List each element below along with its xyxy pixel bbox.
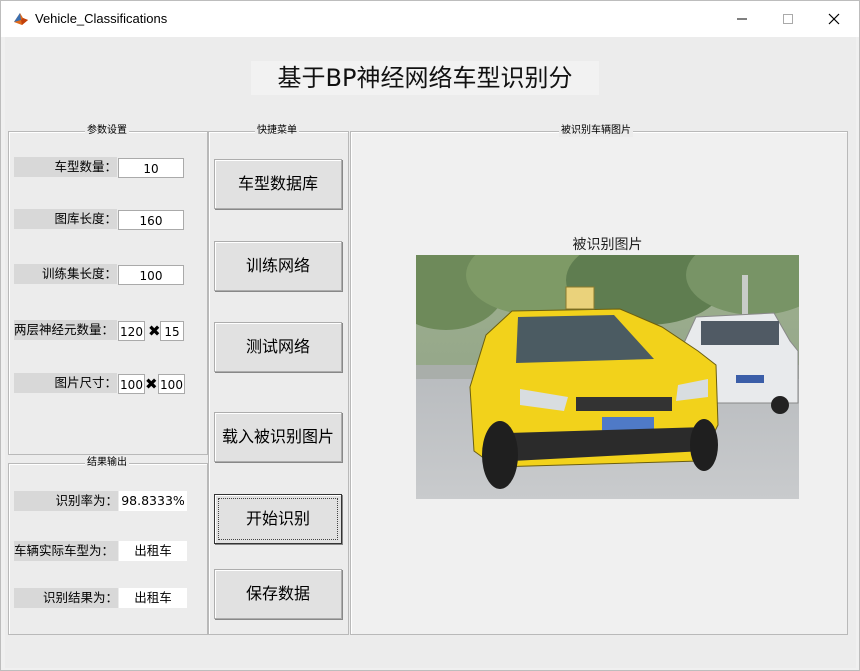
minimize-icon — [737, 18, 747, 20]
params-panel-title: 参数设置 — [85, 125, 129, 137]
results-panel-title: 结果输出 — [85, 457, 129, 469]
accuracy-label: 识别率为： — [14, 491, 118, 511]
training-length-label: 训练集长度： — [14, 264, 117, 284]
test-network-button[interactable]: 测试网络 — [214, 322, 342, 372]
image-width-input[interactable]: 100 — [118, 374, 145, 394]
minimize-button[interactable] — [719, 1, 765, 37]
title-bar: Vehicle_Classifications — [1, 1, 859, 37]
maximize-button[interactable] — [765, 1, 811, 37]
car-types-input[interactable]: 10 — [118, 158, 184, 178]
result-label: 识别结果为： — [14, 588, 118, 608]
page-title: 基于BP神经网络车型识别分 — [251, 61, 599, 95]
accuracy-value: 98.8333% — [119, 491, 187, 511]
image-height-input[interactable]: 100 — [158, 374, 185, 394]
neurons-layer2-input[interactable]: 15 — [160, 321, 184, 341]
result-value: 出租车 — [119, 588, 187, 608]
gallery-length-input[interactable]: 160 — [118, 210, 184, 230]
actual-type-value: 出租车 — [119, 541, 187, 561]
matlab-icon — [14, 13, 28, 25]
save-data-button[interactable]: 保存数据 — [214, 569, 342, 619]
axes-title: 被识别图片 — [572, 237, 643, 253]
params-panel: 参数设置 — [8, 125, 208, 455]
menu-panel-title: 快捷菜单 — [255, 125, 299, 137]
car-database-button[interactable]: 车型数据库 — [214, 159, 342, 209]
neurons-label: 两层神经元数量： — [14, 320, 117, 340]
load-image-button[interactable]: 载入被识别图片 — [214, 412, 342, 462]
image-size-label: 图片尺寸： — [14, 373, 117, 393]
window-title: Vehicle_Classifications — [35, 11, 168, 26]
close-button[interactable] — [811, 1, 857, 37]
multiply-icon: ✖ — [145, 375, 158, 393]
gallery-length-label: 图库长度： — [14, 209, 117, 229]
train-network-button[interactable]: 训练网络 — [214, 241, 342, 291]
car-types-label: 车型数量： — [14, 157, 117, 177]
actual-type-label: 车辆实际车型为： — [14, 541, 118, 561]
close-icon — [828, 13, 840, 25]
maximize-icon — [783, 14, 793, 24]
taxi-photo — [416, 255, 799, 499]
app-window: Vehicle_Classifications 基于BP神经网络车型识别分 参数… — [0, 0, 860, 671]
multiply-icon: ✖ — [148, 322, 161, 340]
start-recognition-button[interactable]: 开始识别 — [214, 494, 342, 544]
neurons-layer1-input[interactable]: 120 — [118, 321, 145, 341]
image-panel-title: 被识别车辆图片 — [559, 125, 633, 137]
training-length-input[interactable]: 100 — [118, 265, 184, 285]
